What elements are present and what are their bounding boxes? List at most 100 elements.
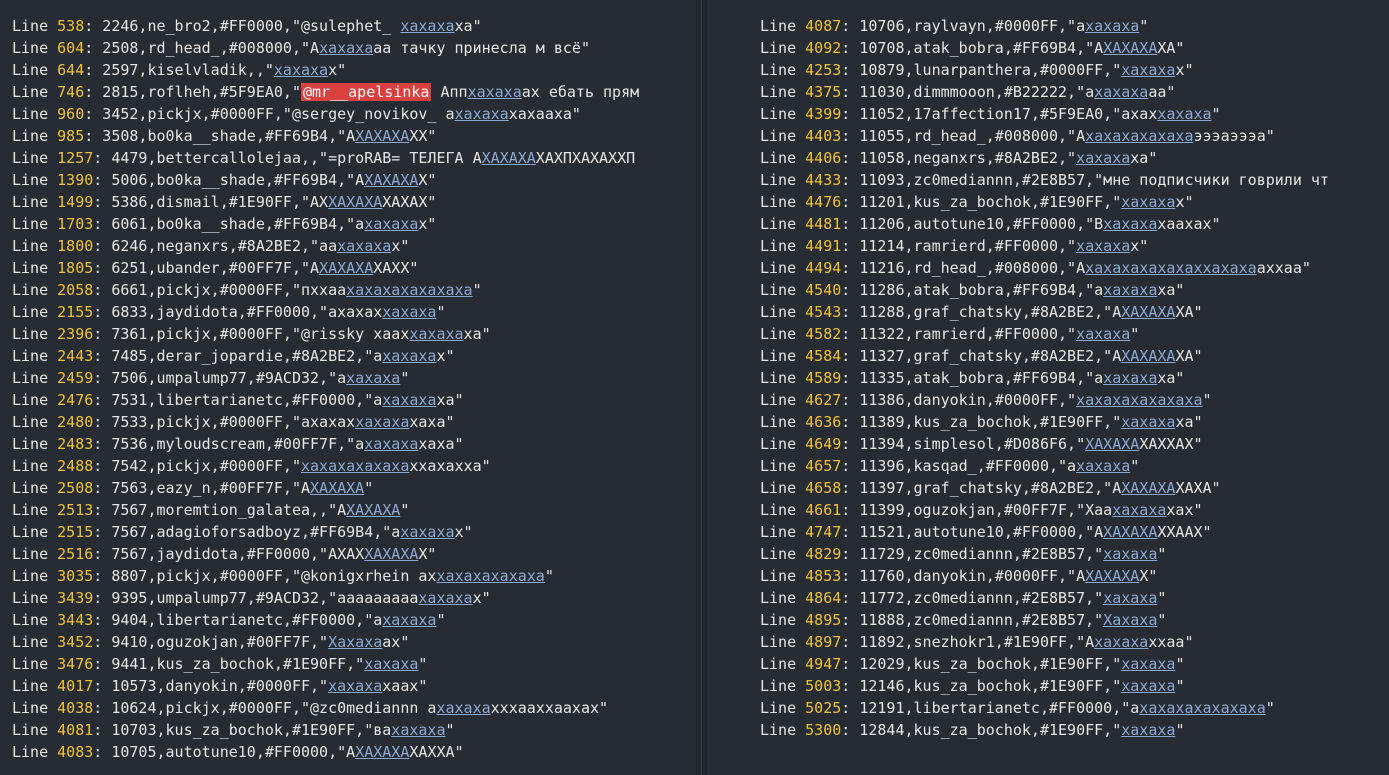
match-text[interactable]: ХАХАХА	[310, 479, 364, 497]
match-text[interactable]: хахаха	[1094, 633, 1148, 651]
match-text[interactable]: ХАХАХА	[355, 127, 409, 145]
result-line[interactable]: Line 746: 2815,roflheh,#5F9EA0," @mr__ape…	[12, 81, 639, 103]
line-number[interactable]: 4403	[805, 127, 841, 145]
line-number[interactable]: 5003	[805, 677, 841, 695]
line-number[interactable]: 2508	[57, 479, 93, 497]
line-number[interactable]: 4627	[805, 391, 841, 409]
result-line[interactable]: Line 1800: 6246,neganxrs,#8A2BE2,"аахаха…	[12, 235, 639, 257]
match-text[interactable]: хахаха	[364, 655, 418, 673]
match-text[interactable]: ХАХАХА	[1121, 347, 1175, 365]
result-line[interactable]: Line 4897: 11892,snezhokr1,#1E90FF,"Ахах…	[760, 631, 1329, 653]
result-line[interactable]: Line 5300: 12844,kus_za_bochok,#1E90FF,"…	[760, 719, 1329, 741]
line-number[interactable]: 1257	[57, 149, 93, 167]
result-line[interactable]: Line 1499: 5386,dismail,#1E90FF,"АХХАХАХ…	[12, 191, 639, 213]
line-number[interactable]: 2459	[57, 369, 93, 387]
result-line[interactable]: Line 960: 3452,pickjx,#0000FF,"@sergey_n…	[12, 103, 639, 125]
match-text[interactable]: хахаха	[355, 413, 409, 431]
result-line[interactable]: Line 4636: 11389,kus_za_bochok,#1E90FF,"…	[760, 411, 1329, 433]
line-number[interactable]: 2513	[57, 501, 93, 519]
line-number[interactable]: 4864	[805, 589, 841, 607]
match-text[interactable]: хахаха	[468, 83, 522, 101]
match-text[interactable]: хахаха	[1121, 193, 1175, 211]
result-line[interactable]: Line 2513: 7567,moremtion_galatea,,"АХАХ…	[12, 499, 639, 521]
match-text[interactable]: хахаха	[455, 105, 509, 123]
line-number[interactable]: 1390	[57, 171, 93, 189]
result-line[interactable]: Line 4403: 11055,rd_head_,#008000,"Ахаха…	[760, 125, 1329, 147]
line-number[interactable]: 5025	[805, 699, 841, 717]
match-text[interactable]: ХАХАХА	[1121, 479, 1175, 497]
line-number[interactable]: 4636	[805, 413, 841, 431]
match-text[interactable]: хахаха	[346, 369, 400, 387]
result-line[interactable]: Line 3443: 9404,libertarianetc,#FF0000,"…	[12, 609, 639, 631]
line-number[interactable]: 2476	[57, 391, 93, 409]
result-line[interactable]: Line 4253: 10879,lunarpanthera,#0000FF,"…	[760, 59, 1329, 81]
result-line[interactable]: Line 2508: 7563,eazy_n,#00FF7F,"АХАХАХА"	[12, 477, 639, 499]
pane-divider[interactable]	[696, 0, 707, 775]
line-number[interactable]: 2443	[57, 347, 93, 365]
result-line[interactable]: Line 3452: 9410,oguzokjan,#00FF7F,"Хахах…	[12, 631, 639, 653]
result-line[interactable]: Line 538: 2246,ne_bro2,#FF0000,"@sulephe…	[12, 15, 639, 37]
line-number[interactable]: 5300	[805, 721, 841, 739]
line-number[interactable]: 4661	[805, 501, 841, 519]
line-number[interactable]: 4649	[805, 435, 841, 453]
line-number[interactable]: 4853	[805, 567, 841, 585]
result-line[interactable]: Line 2476: 7531,libertarianetc,#FF0000,"…	[12, 389, 639, 411]
line-number[interactable]: 3035	[57, 567, 93, 585]
match-text[interactable]: хахаха	[1121, 413, 1175, 431]
match-text[interactable]: хахаха	[1103, 281, 1157, 299]
match-text[interactable]: хахаха	[382, 391, 436, 409]
line-number[interactable]: 4895	[805, 611, 841, 629]
result-line[interactable]: Line 4494: 11216,rd_head_,#008000,"Ахаха…	[760, 257, 1329, 279]
result-line[interactable]: Line 4543: 11288,graf_chatsky,#8A2BE2,"А…	[760, 301, 1329, 323]
match-text[interactable]: хахаха	[382, 303, 436, 321]
match-text[interactable]: хахаха	[400, 523, 454, 541]
match-text[interactable]: ХАХАХА	[355, 743, 409, 761]
match-text[interactable]: ХАХАХА	[1103, 39, 1157, 57]
match-text[interactable]: ХАХАХА	[1103, 523, 1157, 541]
result-line[interactable]: Line 4399: 11052,17affection17,#5F9EA0,"…	[760, 103, 1329, 125]
result-line[interactable]: Line 4627: 11386,danyokin,#0000FF,"хахах…	[760, 389, 1329, 411]
result-line[interactable]: Line 4433: 11093,zc0mediannn,#2E8B57,"мн…	[760, 169, 1329, 191]
match-text[interactable]: хахаха	[1121, 655, 1175, 673]
line-number[interactable]: 4584	[805, 347, 841, 365]
result-line[interactable]: Line 1257: 4479,bettercallolejaa,,"=proR…	[12, 147, 639, 169]
result-line[interactable]: Line 2155: 6833,jaydidota,#FF0000,"ахаха…	[12, 301, 639, 323]
result-line[interactable]: Line 2058: 6661,pickjx,#0000FF,"пххаахах…	[12, 279, 639, 301]
result-line[interactable]: Line 2488: 7542,pickjx,#0000FF,"хахахаха…	[12, 455, 639, 477]
result-line[interactable]: Line 4081: 10703,kus_za_bochok,#1E90FF,"…	[12, 719, 639, 741]
line-number[interactable]: 538	[57, 17, 84, 35]
match-text[interactable]: хахаха	[1085, 17, 1139, 35]
result-line[interactable]: Line 2480: 7533,pickjx,#0000FF,"ахахахха…	[12, 411, 639, 433]
line-number[interactable]: 4589	[805, 369, 841, 387]
result-line[interactable]: Line 2516: 7567,jaydidota,#FF0000,"АХАХХ…	[12, 543, 639, 565]
result-line[interactable]: Line 3439: 9395,umpalump77,#9ACD32,"аааа…	[12, 587, 639, 609]
line-number[interactable]: 644	[57, 61, 84, 79]
line-number[interactable]: 1499	[57, 193, 93, 211]
line-number[interactable]: 3443	[57, 611, 93, 629]
match-text[interactable]: ХАХАХА	[346, 501, 400, 519]
result-line[interactable]: Line 4092: 10708,atak_bobra,#FF69B4,"АХА…	[760, 37, 1329, 59]
match-text[interactable]: хахаха	[436, 699, 490, 717]
line-number[interactable]: 2058	[57, 281, 93, 299]
line-number[interactable]: 4017	[57, 677, 93, 695]
match-text[interactable]: хахаха	[1121, 677, 1175, 695]
right-results-pane[interactable]: Line 4087: 10706,raylvayn,#0000FF,"ахаха…	[707, 0, 1389, 775]
result-line[interactable]: Line 1390: 5006,bo0ka__shade,#FF69B4,"АХ…	[12, 169, 639, 191]
match-text[interactable]: хахаха	[400, 17, 454, 35]
line-number[interactable]: 1805	[57, 259, 93, 277]
match-text[interactable]: хахахахахаха	[1085, 127, 1193, 145]
match-text[interactable]: хахаха	[409, 325, 463, 343]
result-line[interactable]: Line 644: 2597,kiselvladik,,"хахахах"	[12, 59, 639, 81]
line-number[interactable]: 4494	[805, 259, 841, 277]
match-text[interactable]: ХАХАХА	[328, 193, 382, 211]
match-text[interactable]: хахаха	[1157, 105, 1211, 123]
result-line[interactable]: Line 4481: 11206,autotune10,#FF0000,"Вха…	[760, 213, 1329, 235]
result-line[interactable]: Line 2483: 7536,myloudscream,#00FF7F,"ах…	[12, 433, 639, 455]
result-line[interactable]: Line 4947: 12029,kus_za_bochok,#1E90FF,"…	[760, 653, 1329, 675]
result-line[interactable]: Line 3476: 9441,kus_za_bochok,#1E90FF,"х…	[12, 653, 639, 675]
line-number[interactable]: 4947	[805, 655, 841, 673]
match-text[interactable]: ХАХАХА	[1121, 303, 1175, 321]
result-line[interactable]: Line 985: 3508,bo0ka__shade,#FF69B4,"АХА…	[12, 125, 639, 147]
match-text[interactable]: хахаха	[391, 721, 445, 739]
match-text[interactable]: хахаха	[1094, 83, 1148, 101]
